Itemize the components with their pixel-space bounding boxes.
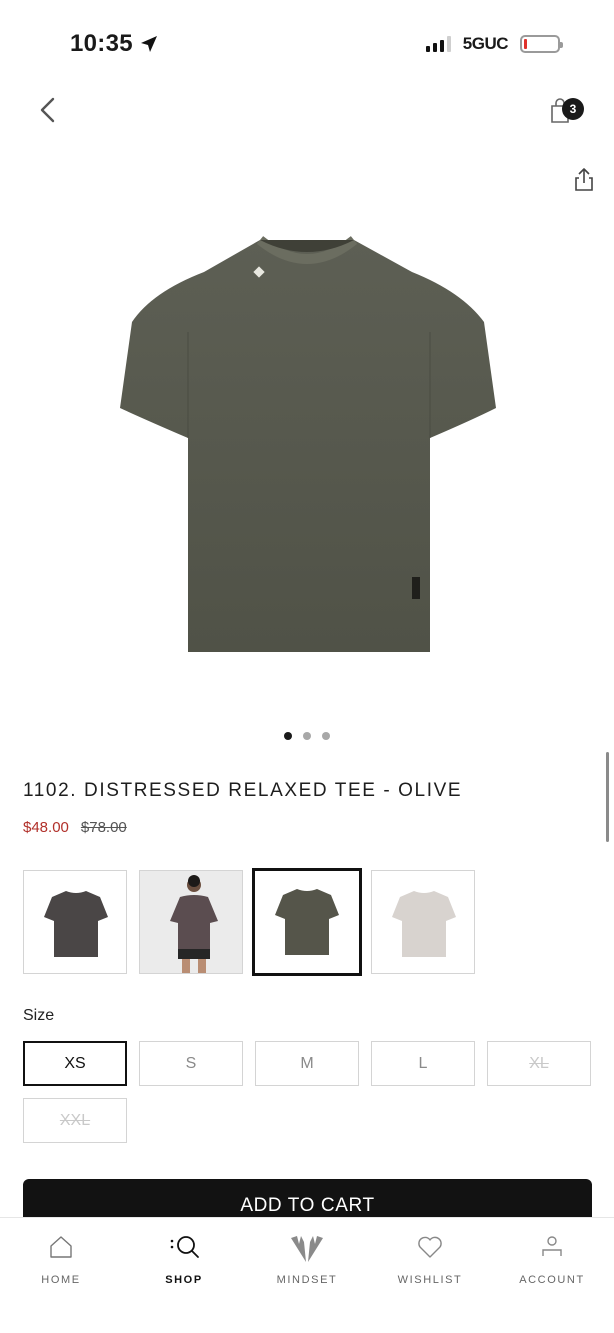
user-icon	[542, 1236, 562, 1256]
tab-home-label: HOME	[41, 1274, 81, 1286]
tab-account[interactable]: ACCOUNT	[497, 1218, 607, 1308]
original-price: $78.00	[80, 819, 127, 836]
pagination-dot[interactable]	[303, 732, 311, 740]
tab-mindset-label: MINDSET	[276, 1274, 338, 1286]
product-image[interactable]	[112, 232, 502, 662]
sale-price: $48.00	[23, 819, 69, 836]
cart-button[interactable]: 3	[544, 92, 588, 128]
color-swatch-olive[interactable]	[252, 868, 362, 976]
color-swatch-charcoal[interactable]	[23, 870, 127, 974]
network-label: 5GUC	[462, 34, 509, 53]
tab-home[interactable]: HOME	[6, 1218, 116, 1308]
color-swatch-stone[interactable]	[371, 870, 475, 974]
cart-count-badge: 3	[562, 98, 584, 120]
tab-mindset[interactable]: MINDSET	[252, 1218, 362, 1308]
size-option-l[interactable]: L	[371, 1041, 475, 1086]
pagination-dot[interactable]	[322, 732, 330, 740]
size-option-xs[interactable]: XS	[23, 1041, 127, 1086]
image-pagination	[0, 732, 614, 740]
signal-icon	[425, 36, 451, 52]
share-icon	[575, 168, 593, 191]
size-option-xl: XL	[487, 1041, 591, 1086]
tab-account-label: ACCOUNT	[519, 1274, 585, 1286]
swatch-olive-tee	[275, 889, 339, 955]
heart-icon	[418, 1236, 442, 1258]
size-option-xxl: XXL	[23, 1098, 127, 1143]
wings-logo-icon	[291, 1236, 323, 1262]
home-icon	[50, 1236, 72, 1258]
back-button[interactable]	[30, 92, 66, 128]
battery-icon	[520, 35, 563, 53]
pagination-dot[interactable]	[284, 732, 292, 740]
tshirt-illustration	[120, 236, 496, 652]
size-option-m[interactable]: M	[255, 1041, 359, 1086]
swatch-stone-tee	[392, 891, 456, 957]
swatch-model-photo	[140, 871, 242, 973]
size-option-s[interactable]: S	[139, 1041, 243, 1086]
swatch-charcoal-tee	[44, 891, 108, 957]
tab-wishlist-label: WISHLIST	[397, 1274, 463, 1286]
status-time-text: 10:35	[70, 30, 133, 57]
share-button[interactable]	[570, 166, 598, 194]
size-label: Size	[23, 1007, 55, 1024]
tab-shop[interactable]: SHOP	[129, 1218, 239, 1308]
status-indicators: 5GUC	[425, 34, 563, 54]
search-icon	[170, 1236, 199, 1258]
tab-shop-label: SHOP	[165, 1274, 203, 1286]
tab-wishlist[interactable]: WISHLIST	[375, 1218, 485, 1308]
scrollbar[interactable]	[606, 752, 609, 842]
product-title: 1102. DISTRESSED RELAXED TEE - OLIVE	[23, 780, 463, 801]
price-row: $48.00 $78.00	[23, 819, 127, 836]
status-time: 10:35	[70, 30, 159, 58]
location-arrow-icon	[140, 36, 157, 52]
bottom-tab-bar: HOME SHOP MINDSET WISHLIST ACCOUNT	[0, 1217, 614, 1333]
chevron-left-icon	[40, 97, 55, 123]
color-swatch-charcoal-model[interactable]	[139, 870, 243, 974]
color-swatches	[23, 868, 483, 976]
